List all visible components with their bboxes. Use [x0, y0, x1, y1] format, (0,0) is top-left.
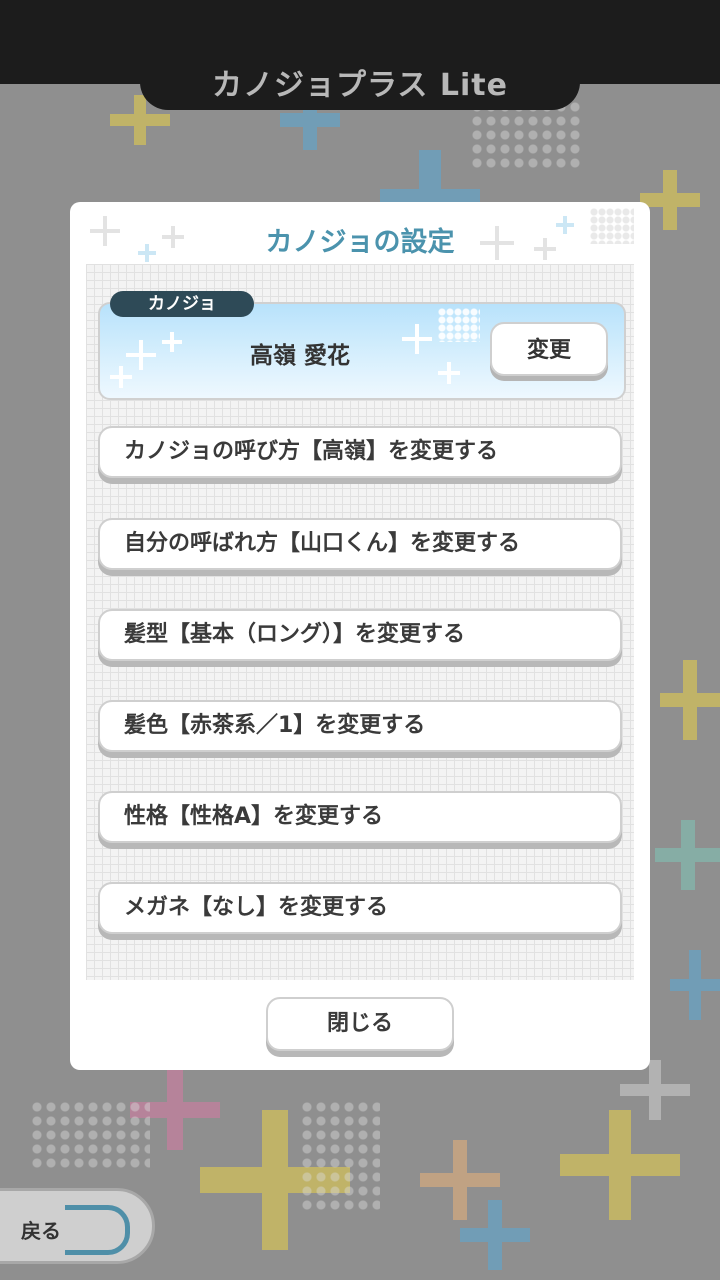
background-plus-decoration	[560, 1110, 680, 1220]
change-kanojo-button[interactable]: 変更	[490, 322, 608, 376]
back-button-label: 戻る	[21, 1219, 61, 1243]
background-plus-decoration	[655, 820, 720, 890]
change-kanojo-nickname-button[interactable]: カノジョの呼び方【高嶺】を変更する	[98, 426, 622, 478]
background-plus-decoration	[670, 950, 720, 1020]
back-arrow-icon	[65, 1205, 130, 1255]
background-dot-pattern	[30, 1100, 150, 1170]
close-button[interactable]: 閉じる	[266, 997, 454, 1051]
background-plus-decoration	[660, 660, 720, 740]
change-own-nickname-button[interactable]: 自分の呼ばれ方【山口くん】を変更する	[98, 518, 622, 570]
background-dot-pattern	[470, 100, 580, 170]
kanojo-name: 高嶺 愛花	[249, 343, 350, 369]
dialog-title: カノジョの設定	[265, 227, 455, 258]
change-hair-color-button[interactable]: 髪色【赤茶系／1】を変更する	[98, 700, 622, 752]
change-glasses-button[interactable]: メガネ【なし】を変更する	[98, 882, 622, 934]
kanojo-label-badge: カノジョ	[110, 291, 254, 317]
change-personality-button[interactable]: 性格【性格A】を変更する	[98, 791, 622, 843]
change-hairstyle-button[interactable]: 髪型【基本（ロング）】を変更する	[98, 609, 622, 661]
background-plus-decoration	[460, 1200, 530, 1270]
app-title: カノジョプラス Lite	[212, 68, 508, 103]
kanojo-settings-dialog: カノジョの設定 高嶺 愛花 変更 カノジョ カノジョの呼び方【高嶺】を変更する …	[70, 202, 650, 1070]
back-button[interactable]: 戻る	[0, 1188, 155, 1264]
background-dot-pattern	[300, 1100, 380, 1210]
